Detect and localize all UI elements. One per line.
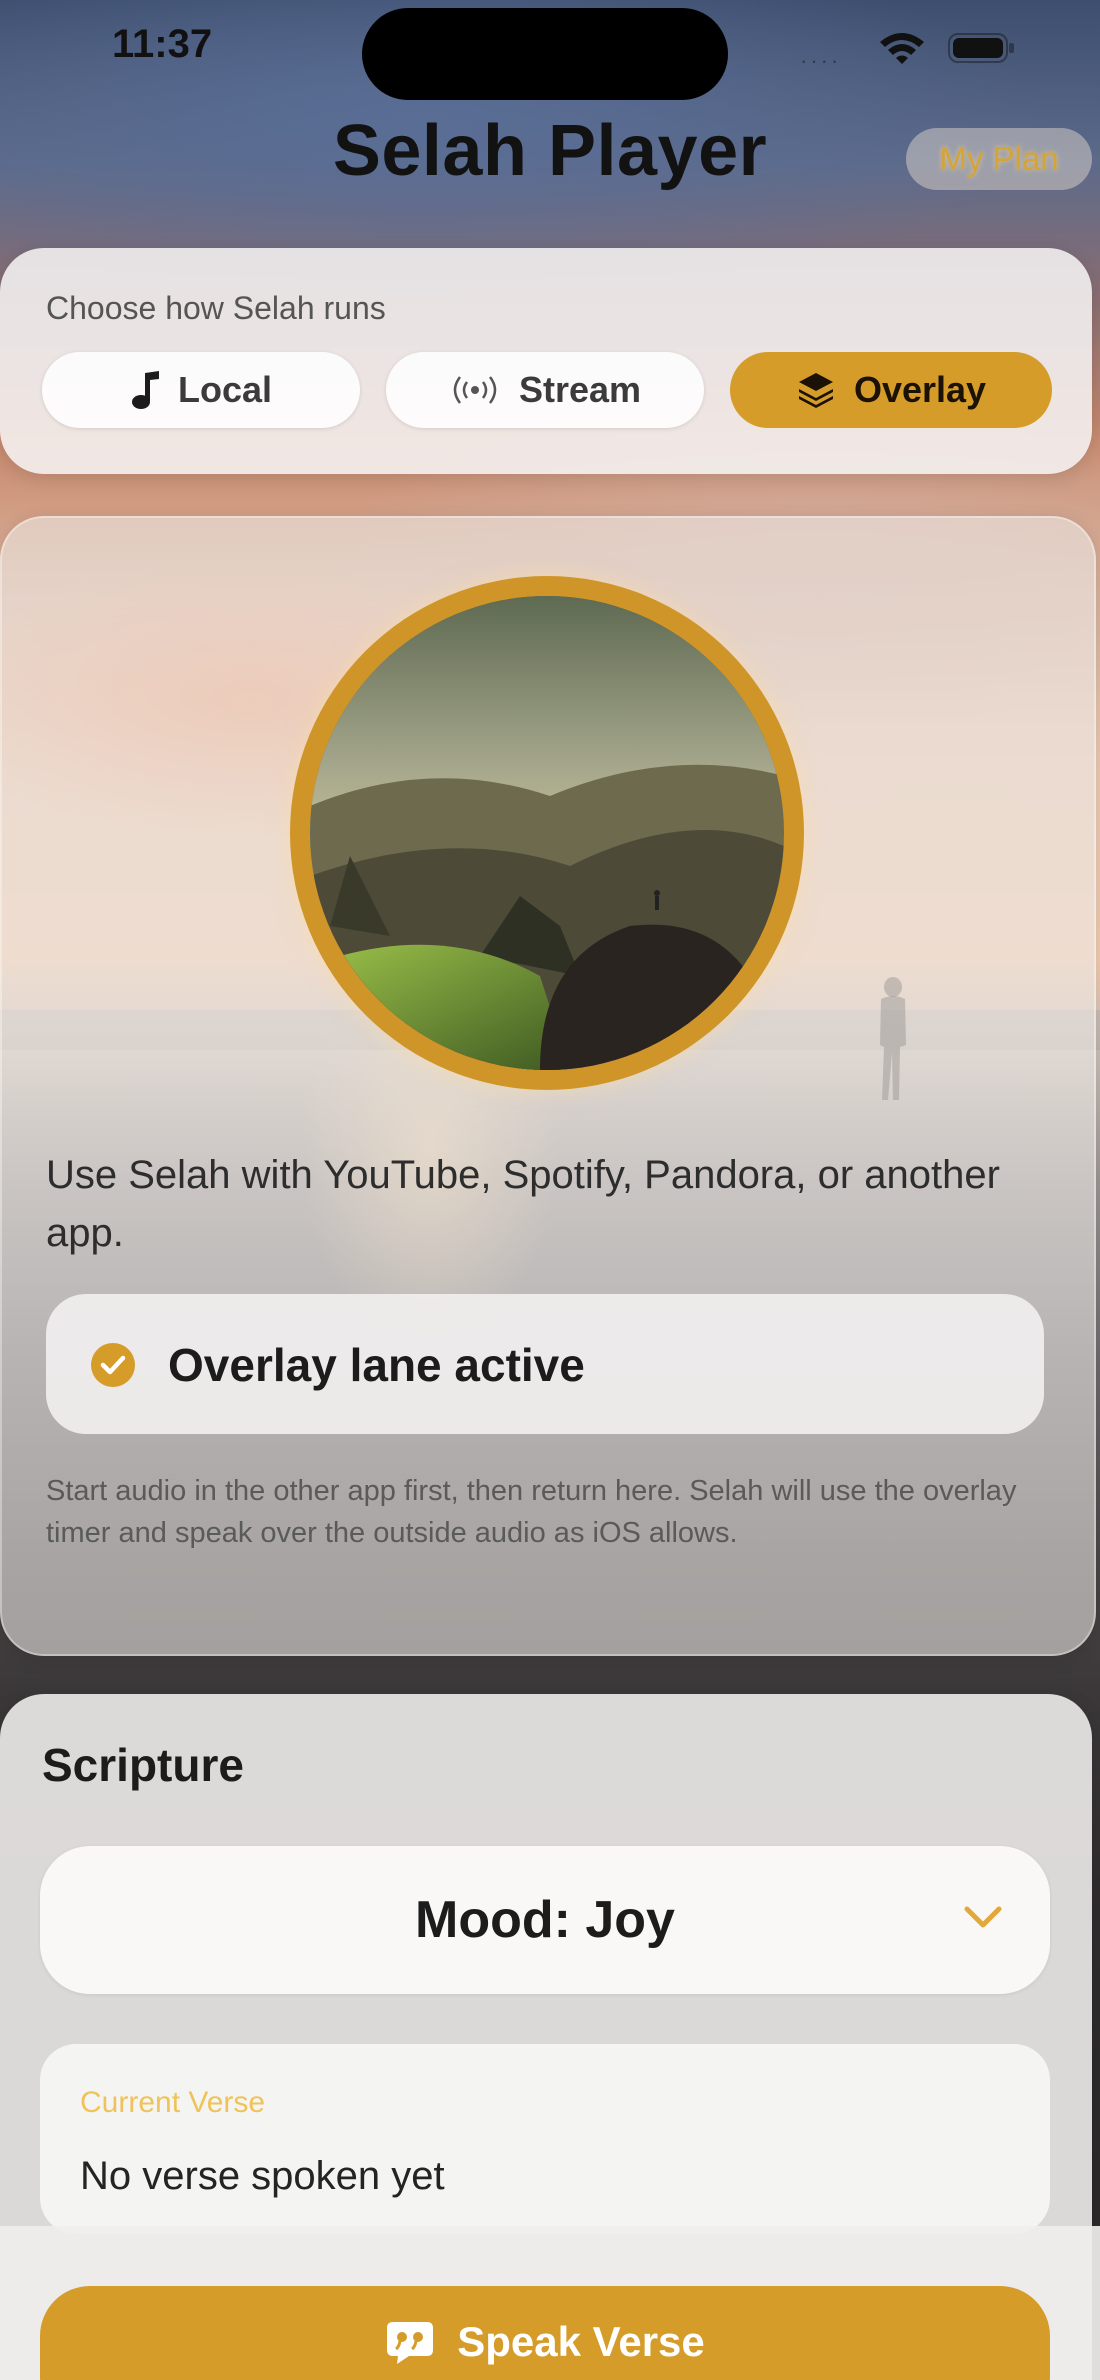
dynamic-island — [362, 8, 728, 100]
mode-local-button[interactable]: Local — [42, 352, 360, 428]
broadcast-icon — [453, 376, 497, 404]
my-plan-button[interactable]: My Plan — [906, 128, 1092, 190]
current-verse-box — [40, 2044, 1050, 2234]
mode-stream-button[interactable]: Stream — [386, 352, 704, 428]
wifi-icon — [880, 33, 924, 64]
current-verse-label: Current Verse — [80, 2086, 266, 2119]
mountain-artwork — [310, 596, 784, 1070]
speak-verse-label: Speak Verse — [457, 2318, 705, 2365]
mode-local-label: Local — [177, 369, 273, 410]
battery-icon — [948, 33, 1014, 63]
overlay-helper-text: Start audio in the other app first, then… — [46, 1475, 1017, 1549]
mode-overlay-button[interactable]: Overlay — [730, 352, 1052, 428]
scripture-title: Scripture — [42, 1739, 244, 1791]
speech-bubble-quote-icon — [387, 2322, 434, 2364]
layers-icon — [798, 373, 833, 408]
mode-stream-label: Stream — [518, 369, 642, 410]
mode-selector-label: Choose how Selah runs — [46, 290, 386, 326]
status-time: 11:37 — [112, 22, 213, 66]
overlay-description: Use Selah with YouTube, Spotify, Pandora… — [46, 1153, 1000, 1255]
music-note-icon — [131, 371, 159, 409]
checkmark-circle-icon — [91, 1343, 135, 1387]
speak-verse-button[interactable]: Speak Verse — [40, 2286, 1050, 2380]
mode-overlay-label: Overlay — [853, 369, 987, 410]
overlay-lane-label: Overlay lane active — [168, 1339, 585, 1391]
app-screen: 11:37 ···· Selah Player My Plan Choose h… — [0, 0, 1100, 2380]
status-bar: 11:37 ···· — [0, 0, 1100, 110]
mood-select-value[interactable]: Mood: Joy — [40, 1890, 1050, 1950]
chevron-down-icon[interactable] — [962, 1902, 1004, 1932]
current-verse-value: No verse spoken yet — [80, 2154, 445, 2198]
cellular-signal-icon: ···· — [800, 48, 842, 73]
